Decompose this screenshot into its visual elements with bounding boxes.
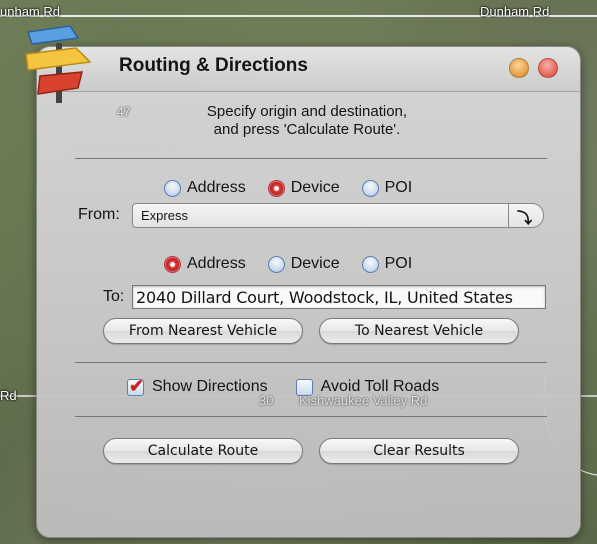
calculate-route-button[interactable]: Calculate Route bbox=[103, 438, 303, 464]
divider-bottom bbox=[75, 416, 547, 417]
show-directions-checkbox[interactable] bbox=[127, 376, 144, 397]
to-nearest-vehicle-button[interactable]: To Nearest Vehicle bbox=[319, 318, 519, 344]
from-label: From: bbox=[78, 206, 120, 223]
to-poi-option[interactable]: POI bbox=[361, 255, 412, 273]
signpost-icon bbox=[25, 25, 92, 103]
to-address-option[interactable]: Address bbox=[164, 255, 246, 273]
instructions: Specify origin and destination, and pres… bbox=[157, 103, 457, 139]
instructions-line-1: Specify origin and destination, bbox=[206, 103, 408, 120]
from-nearest-vehicle-button[interactable]: From Nearest Vehicle bbox=[103, 318, 303, 344]
road-label-dunham-right: Dunham Rd bbox=[480, 4, 550, 19]
divider-top bbox=[75, 158, 547, 159]
to-address-value: 2040 Dillard Court, Woodstock, IL, Unite… bbox=[136, 288, 513, 307]
minimize-button[interactable] bbox=[509, 58, 529, 78]
from-device-option[interactable]: Device bbox=[267, 179, 340, 197]
to-address-field[interactable]: 2040 Dillard Court, Woodstock, IL, Unite… bbox=[132, 285, 546, 309]
from-device-combo[interactable]: Express ⤵ bbox=[132, 203, 544, 228]
instructions-line-2: and press 'Calculate Route'. bbox=[213, 121, 401, 138]
kishwaukee-road-label: Kishwaukee Valley Rd bbox=[299, 393, 428, 408]
to-poi-radio[interactable] bbox=[361, 255, 379, 273]
clear-results-button[interactable]: Clear Results bbox=[319, 438, 519, 464]
from-combo-value: Express bbox=[141, 208, 188, 223]
routing-dialog: Routing & Directions 47 Specify origin a… bbox=[36, 46, 581, 538]
from-address-option[interactable]: Address bbox=[164, 179, 246, 197]
to-address-radio[interactable] bbox=[164, 255, 181, 273]
close-button[interactable] bbox=[538, 58, 558, 78]
from-device-radio[interactable] bbox=[267, 179, 285, 197]
route-47-label: 47 bbox=[117, 105, 131, 119]
from-poi-option[interactable]: POI bbox=[361, 179, 412, 197]
to-device-option[interactable]: Device bbox=[267, 255, 340, 273]
divider-middle bbox=[75, 362, 547, 363]
to-label: To: bbox=[103, 288, 125, 305]
dialog-title: Routing & Directions bbox=[119, 55, 308, 76]
from-source-radios: Address Device POI bbox=[164, 179, 434, 197]
from-poi-radio[interactable] bbox=[361, 179, 379, 197]
route-30-label: 30 bbox=[259, 393, 274, 408]
road-label-rd-left: Rd bbox=[0, 388, 17, 403]
return-arrow-icon[interactable]: ⤵ bbox=[517, 207, 532, 228]
to-source-radios: Address Device POI bbox=[164, 255, 434, 273]
road-label-dunham-left: unham Rd bbox=[0, 4, 60, 19]
to-device-radio[interactable] bbox=[267, 255, 285, 273]
from-address-radio[interactable] bbox=[164, 179, 181, 197]
title-bar[interactable]: Routing & Directions bbox=[37, 47, 580, 92]
show-directions-option[interactable]: Show Directions bbox=[127, 376, 268, 397]
combo-separator bbox=[508, 204, 509, 227]
